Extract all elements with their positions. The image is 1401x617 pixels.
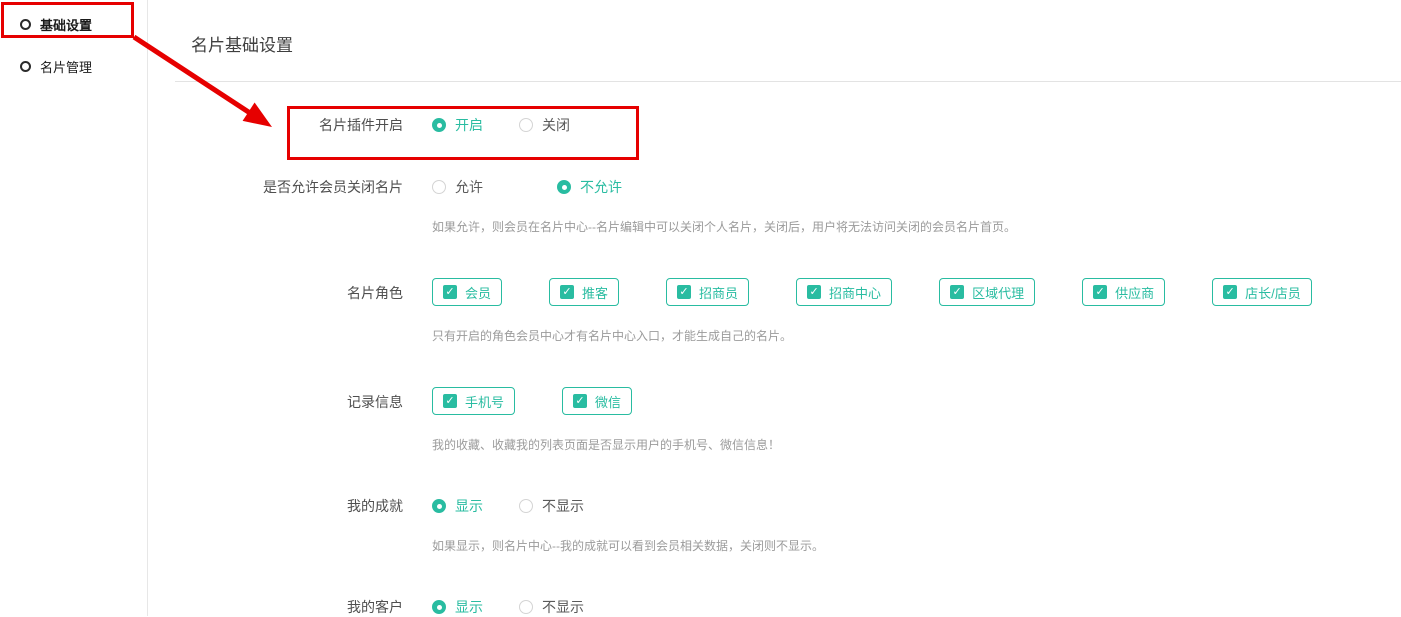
radio-icon bbox=[519, 600, 533, 614]
radio-option-允许[interactable]: 允许 bbox=[432, 177, 483, 197]
checkbox-option-label: 会员 bbox=[465, 283, 491, 302]
row-help-text: 如果允许，则会员在名片中心--名片编辑中可以关闭个人名片，关闭后，用户将无法访问… bbox=[432, 219, 1016, 236]
radio-dot-core bbox=[437, 123, 442, 128]
radio-dot-core bbox=[437, 185, 442, 190]
checkbox-option-招商员[interactable]: ✓ 招商员 bbox=[666, 278, 749, 306]
checkbox-option-店长/店员[interactable]: ✓ 店长/店员 bbox=[1212, 278, 1312, 306]
checkbox-option-区域代理[interactable]: ✓ 区域代理 bbox=[939, 278, 1035, 306]
checkbox-option-供应商[interactable]: ✓ 供应商 bbox=[1082, 278, 1165, 306]
checkbox-option-label: 微信 bbox=[595, 392, 621, 411]
row-body: 显示 不显示如果显示，则名片中心--我的成就可以看到会员相关数据，关闭则不显示。 bbox=[432, 496, 824, 555]
checkbox-checked-icon: ✓ bbox=[950, 285, 964, 299]
radio-option-开启[interactable]: 开启 bbox=[432, 115, 483, 135]
form-row-my-achievement: 我的成就 显示 不显示如果显示，则名片中心--我的成就可以看到会员相关数据，关闭则不… bbox=[175, 496, 1401, 555]
radio-option-关闭[interactable]: 关闭 bbox=[519, 115, 570, 135]
sidebar-item-label: 名片管理 bbox=[40, 57, 92, 76]
radio-dot-core bbox=[524, 123, 529, 128]
form-row-allow-member-close-card: 是否允许会员关闭名片 允许 不允许如果允许，则会员在名片中心--名片编辑中可以关闭个… bbox=[175, 177, 1401, 236]
checkbox-checked-icon: ✓ bbox=[443, 285, 457, 299]
row-controls: 显示 不显示 bbox=[432, 496, 824, 516]
main-content: 名片基础设置 名片插件开启 开启 关闭是否允许会员关闭名片 允许 不允许如果允许，则会员… bbox=[148, 0, 1401, 616]
circle-icon bbox=[20, 19, 31, 30]
radio-option-不显示[interactable]: 不显示 bbox=[519, 496, 584, 516]
radio-option-显示[interactable]: 显示 bbox=[432, 597, 483, 617]
checkbox-option-微信[interactable]: ✓ 微信 bbox=[562, 387, 632, 415]
row-label: 记录信息 bbox=[175, 387, 403, 412]
form-row-card-roles: 名片角色 ✓ 会员 ✓ 推客 ✓ 招商员 ✓ 招商中心 ✓ 区域代理 ✓ 供应商 ✓ 店长/店员只有开启的角… bbox=[175, 278, 1401, 345]
checkbox-option-label: 区域代理 bbox=[972, 283, 1024, 302]
radio-option-不允许[interactable]: 不允许 bbox=[557, 177, 622, 197]
row-help-text: 我的收藏、收藏我的列表页面是否显示用户的手机号、微信信息！ bbox=[432, 437, 780, 454]
radio-icon bbox=[557, 180, 571, 194]
radio-option-label: 允许 bbox=[455, 177, 483, 197]
checkbox-option-label: 招商员 bbox=[699, 283, 738, 302]
checkbox-option-label: 供应商 bbox=[1115, 283, 1154, 302]
row-controls: ✓ 手机号 ✓ 微信 bbox=[432, 387, 780, 415]
radio-dot-core bbox=[524, 605, 529, 610]
checkbox-option-label: 招商中心 bbox=[829, 283, 881, 302]
row-body: 开启 关闭 bbox=[432, 115, 606, 135]
radio-dot-core bbox=[437, 605, 442, 610]
radio-icon bbox=[432, 499, 446, 513]
radio-option-label: 显示 bbox=[455, 496, 483, 516]
radio-dot-core bbox=[562, 185, 567, 190]
row-label: 我的成就 bbox=[175, 496, 403, 516]
row-body: 显示 不显示 bbox=[432, 597, 620, 617]
checkbox-checked-icon: ✓ bbox=[560, 285, 574, 299]
radio-option-显示[interactable]: 显示 bbox=[432, 496, 483, 516]
radio-icon bbox=[432, 118, 446, 132]
circle-icon bbox=[20, 61, 31, 72]
row-help-text: 只有开启的角色会员中心才有名片中心入口，才能生成自己的名片。 bbox=[432, 328, 1359, 345]
radio-option-label: 关闭 bbox=[542, 115, 570, 135]
row-label: 是否允许会员关闭名片 bbox=[175, 177, 403, 197]
radio-icon bbox=[432, 180, 446, 194]
form-row-record-info: 记录信息 ✓ 手机号 ✓ 微信我的收藏、收藏我的列表页面是否显示用户的手机号、微信信息！ bbox=[175, 387, 1401, 454]
checkbox-option-手机号[interactable]: ✓ 手机号 bbox=[432, 387, 515, 415]
checkbox-checked-icon: ✓ bbox=[443, 394, 457, 408]
radio-option-label: 不允许 bbox=[580, 177, 622, 197]
radio-option-label: 开启 bbox=[455, 115, 483, 135]
checkbox-option-label: 店长/店员 bbox=[1245, 283, 1301, 302]
app-window: 基础设置名片管理 名片基础设置 名片插件开启 开启 关闭是否允许会员关闭名片 允许 不允… bbox=[0, 0, 1401, 616]
sidebar: 基础设置名片管理 bbox=[0, 0, 148, 616]
settings-form: 名片插件开启 开启 关闭是否允许会员关闭名片 允许 不允许如果允许，则会员在名片中心--… bbox=[175, 115, 1401, 617]
checkbox-option-会员[interactable]: ✓ 会员 bbox=[432, 278, 502, 306]
checkbox-checked-icon: ✓ bbox=[1093, 285, 1107, 299]
divider bbox=[175, 81, 1401, 82]
checkbox-option-推客[interactable]: ✓ 推客 bbox=[549, 278, 619, 306]
sidebar-item-card-management[interactable]: 名片管理 bbox=[20, 54, 147, 78]
radio-icon bbox=[432, 600, 446, 614]
row-body: ✓ 手机号 ✓ 微信我的收藏、收藏我的列表页面是否显示用户的手机号、微信信息！ bbox=[432, 387, 780, 454]
checkbox-checked-icon: ✓ bbox=[807, 285, 821, 299]
checkbox-checked-icon: ✓ bbox=[677, 285, 691, 299]
radio-option-不显示[interactable]: 不显示 bbox=[519, 597, 584, 617]
checkbox-checked-icon: ✓ bbox=[573, 394, 587, 408]
form-row-my-customers: 我的客户 显示 不显示 bbox=[175, 597, 1401, 617]
radio-option-label: 不显示 bbox=[542, 496, 584, 516]
sidebar-item-label: 基础设置 bbox=[40, 15, 92, 34]
checkbox-option-招商中心[interactable]: ✓ 招商中心 bbox=[796, 278, 892, 306]
radio-dot-core bbox=[524, 504, 529, 509]
row-help-text: 如果显示，则名片中心--我的成就可以看到会员相关数据，关闭则不显示。 bbox=[432, 538, 824, 555]
form-row-plugin-enable: 名片插件开启 开启 关闭 bbox=[175, 115, 1401, 135]
radio-icon bbox=[519, 499, 533, 513]
radio-option-label: 不显示 bbox=[542, 597, 584, 617]
radio-icon bbox=[519, 118, 533, 132]
sidebar-item-basic-settings[interactable]: 基础设置 bbox=[20, 12, 147, 36]
checkbox-option-label: 手机号 bbox=[465, 392, 504, 411]
row-controls: 允许 不允许 bbox=[432, 177, 1016, 197]
row-controls: 显示 不显示 bbox=[432, 597, 620, 617]
page-title: 名片基础设置 bbox=[191, 33, 1401, 59]
radio-dot-core bbox=[437, 504, 442, 509]
row-body: ✓ 会员 ✓ 推客 ✓ 招商员 ✓ 招商中心 ✓ 区域代理 ✓ 供应商 ✓ 店长/店员只有开启的角色会员中… bbox=[432, 278, 1359, 345]
row-label: 名片插件开启 bbox=[175, 115, 403, 135]
row-label: 我的客户 bbox=[175, 597, 403, 617]
checkbox-option-label: 推客 bbox=[582, 283, 608, 302]
checkbox-checked-icon: ✓ bbox=[1223, 285, 1237, 299]
row-controls: 开启 关闭 bbox=[432, 115, 606, 135]
radio-option-label: 显示 bbox=[455, 597, 483, 617]
row-body: 允许 不允许如果允许，则会员在名片中心--名片编辑中可以关闭个人名片，关闭后，用户… bbox=[432, 177, 1016, 236]
row-label: 名片角色 bbox=[175, 278, 403, 303]
row-controls: ✓ 会员 ✓ 推客 ✓ 招商员 ✓ 招商中心 ✓ 区域代理 ✓ 供应商 ✓ 店长/店员 bbox=[432, 278, 1359, 306]
